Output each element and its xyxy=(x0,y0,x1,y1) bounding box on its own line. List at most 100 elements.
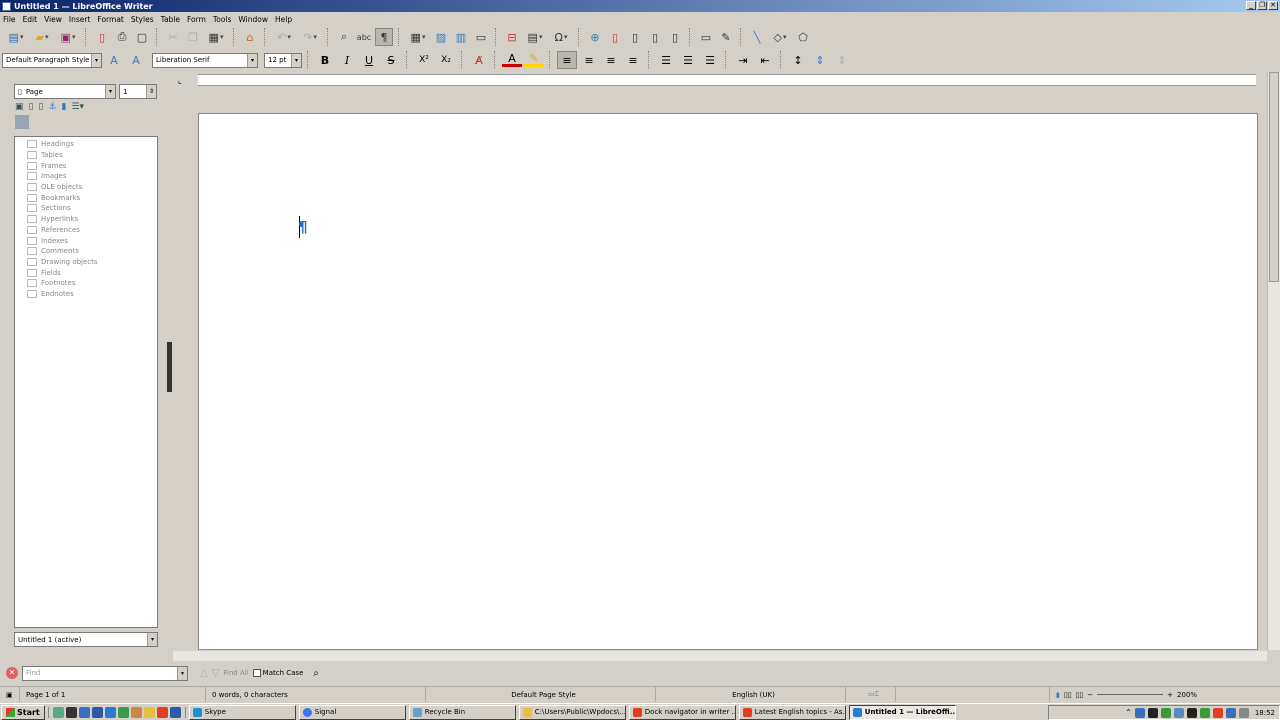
page-break-icon[interactable]: ⊟ xyxy=(503,28,521,46)
tray-app-icon[interactable] xyxy=(1173,707,1184,718)
menu-window[interactable]: Window xyxy=(238,15,268,24)
find-next-icon[interactable]: ▽ xyxy=(212,668,220,679)
tree-item-ole-objects[interactable]: OLE objects xyxy=(27,182,157,193)
align-right-icon[interactable]: ≡ xyxy=(601,51,621,69)
chevron-down-icon[interactable]: ▾ xyxy=(177,666,187,680)
hyperlink-icon[interactable]: ⊕ xyxy=(586,28,604,46)
bold-button[interactable]: B xyxy=(315,51,335,69)
clone-formatting-icon[interactable]: ⌂ xyxy=(241,28,259,46)
word-icon[interactable] xyxy=(91,706,103,718)
spelling-icon[interactable]: abc xyxy=(355,28,373,46)
vlc-icon[interactable] xyxy=(130,706,142,718)
tree-item-tables[interactable]: Tables xyxy=(27,150,157,161)
scrollbar-thumb[interactable] xyxy=(1269,72,1279,282)
chevron-down-icon[interactable]: ▾ xyxy=(147,633,157,646)
italic-button[interactable]: I xyxy=(337,51,357,69)
task-skype[interactable]: Skype xyxy=(188,704,296,720)
restore-button[interactable]: ❐ xyxy=(1257,1,1267,10)
calc-icon[interactable] xyxy=(117,706,129,718)
paragraph-style-combo[interactable]: Default Paragraph Style ▾ xyxy=(2,52,102,68)
insert-field-icon[interactable]: ▤ xyxy=(523,28,547,46)
task-firefox-topics[interactable]: Latest English topics - As... xyxy=(738,704,846,720)
paste-icon[interactable]: ▦ xyxy=(204,28,228,46)
tray-app-icon[interactable] xyxy=(1134,707,1145,718)
clear-formatting-icon[interactable]: A̸ xyxy=(469,51,489,69)
tree-item-bookmarks[interactable]: Bookmarks xyxy=(27,192,157,203)
horizontal-scrollbar[interactable] xyxy=(173,651,1267,661)
subscript-button[interactable]: X₂ xyxy=(436,51,456,69)
tree-item-frames[interactable]: Frames xyxy=(27,160,157,171)
menu-form[interactable]: Form xyxy=(187,15,206,24)
page-count[interactable]: Page 1 of 1 xyxy=(20,687,206,702)
volume-icon[interactable] xyxy=(1238,707,1249,718)
terminal-icon[interactable] xyxy=(65,706,77,718)
insert-textbox-icon[interactable]: ▭ xyxy=(472,28,490,46)
menu-styles[interactable]: Styles xyxy=(131,15,154,24)
line-icon[interactable]: ╲ xyxy=(748,28,766,46)
draw-functions-icon[interactable]: ⬠ xyxy=(794,28,812,46)
basic-shapes-icon[interactable]: ◇ xyxy=(768,28,792,46)
new-document-icon[interactable]: ▤ xyxy=(4,28,28,46)
outline-list-icon[interactable]: ☰ xyxy=(700,51,720,69)
tray-check-icon[interactable] xyxy=(1160,707,1171,718)
bullet-list-icon[interactable]: ☰ xyxy=(656,51,676,69)
spin-arrows-icon[interactable]: ⇕ xyxy=(146,85,156,98)
bookmark-icon[interactable]: ▯ xyxy=(646,28,664,46)
heading-levels-icon[interactable]: ☰▾ xyxy=(71,102,84,112)
page-style[interactable]: Default Page Style xyxy=(426,687,656,702)
multi-page-view-icon[interactable]: ▯▯ xyxy=(1064,691,1072,699)
tree-item-endnotes[interactable]: Endnotes xyxy=(27,289,157,300)
tree-item-indexes[interactable]: Indexes xyxy=(27,235,157,246)
export-pdf-icon[interactable]: ▯ xyxy=(93,28,111,46)
horizontal-ruler[interactable] xyxy=(198,74,1256,86)
clock[interactable]: 18:52 xyxy=(1255,709,1275,717)
tab-stop-selector[interactable]: ⌞ xyxy=(178,76,182,85)
menu-help[interactable]: Help xyxy=(275,15,292,24)
match-case-checkbox[interactable] xyxy=(252,669,261,677)
line-spacing-icon[interactable]: ↕ xyxy=(788,51,808,69)
insert-mode-icon[interactable]: ▭⌶ xyxy=(846,687,896,702)
document-page[interactable] xyxy=(198,113,1258,650)
tray-expand-icon[interactable]: ⌃ xyxy=(1125,708,1132,717)
document-selector[interactable]: Untitled 1 (active) ▾ xyxy=(14,632,158,647)
numbered-list-icon[interactable]: ☰ xyxy=(678,51,698,69)
tray-app-icon[interactable] xyxy=(1199,707,1210,718)
anchor-icon[interactable]: ⚓ xyxy=(48,102,56,112)
start-button[interactable]: Start xyxy=(1,704,45,720)
decrease-indent-icon[interactable]: ⇤ xyxy=(755,51,775,69)
redo-icon[interactable]: ↷ xyxy=(298,28,322,46)
tree-item-drawing-objects[interactable]: Drawing objects xyxy=(27,257,157,268)
formatting-marks-icon[interactable]: ¶ xyxy=(375,28,393,46)
tree-item-references[interactable]: References xyxy=(27,225,157,236)
chevron-down-icon[interactable]: ▾ xyxy=(105,85,115,98)
header-icon[interactable]: ▯ xyxy=(29,102,34,112)
task-signal[interactable]: Signal xyxy=(298,704,406,720)
comment-icon[interactable]: ▭ xyxy=(697,28,715,46)
cross-reference-icon[interactable]: ▯ xyxy=(666,28,684,46)
font-name-combo[interactable]: Liberation Serif ▾ xyxy=(152,52,258,68)
find-previous-icon[interactable]: △ xyxy=(200,668,208,679)
tree-item-fields[interactable]: Fields xyxy=(27,267,157,278)
increase-paragraph-spacing-icon[interactable]: ⇕ xyxy=(810,51,830,69)
menu-format[interactable]: Format xyxy=(97,15,123,24)
copy-icon[interactable]: ❐ xyxy=(184,28,202,46)
sidebar-collapse-handle[interactable] xyxy=(167,342,172,392)
network-icon[interactable] xyxy=(1225,707,1236,718)
update-style-icon[interactable]: A xyxy=(104,51,124,69)
align-left-icon[interactable]: ≡ xyxy=(557,51,577,69)
tree-item-sections[interactable]: Sections xyxy=(27,203,157,214)
menu-file[interactable]: File xyxy=(3,15,16,24)
font-color-icon[interactable]: A xyxy=(502,52,522,67)
underline-button[interactable]: U xyxy=(359,51,379,69)
firefox-icon[interactable] xyxy=(156,706,168,718)
find-all-button[interactable]: Find All xyxy=(223,669,248,677)
tree-item-hyperlinks[interactable]: Hyperlinks xyxy=(27,214,157,225)
page-number-spinner[interactable]: 1 ⇕ xyxy=(119,84,157,99)
show-desktop-icon[interactable] xyxy=(52,706,64,718)
tree-item-comments[interactable]: Comments xyxy=(27,246,157,257)
chevron-down-icon[interactable]: ▾ xyxy=(91,53,101,67)
task-recycle-bin[interactable]: Recycle Bin xyxy=(408,704,516,720)
toggle-view-icon[interactable]: ▣ xyxy=(15,102,24,112)
font-size-combo[interactable]: 12 pt ▾ xyxy=(264,52,302,68)
find-combo[interactable]: Find ▾ xyxy=(22,665,188,681)
